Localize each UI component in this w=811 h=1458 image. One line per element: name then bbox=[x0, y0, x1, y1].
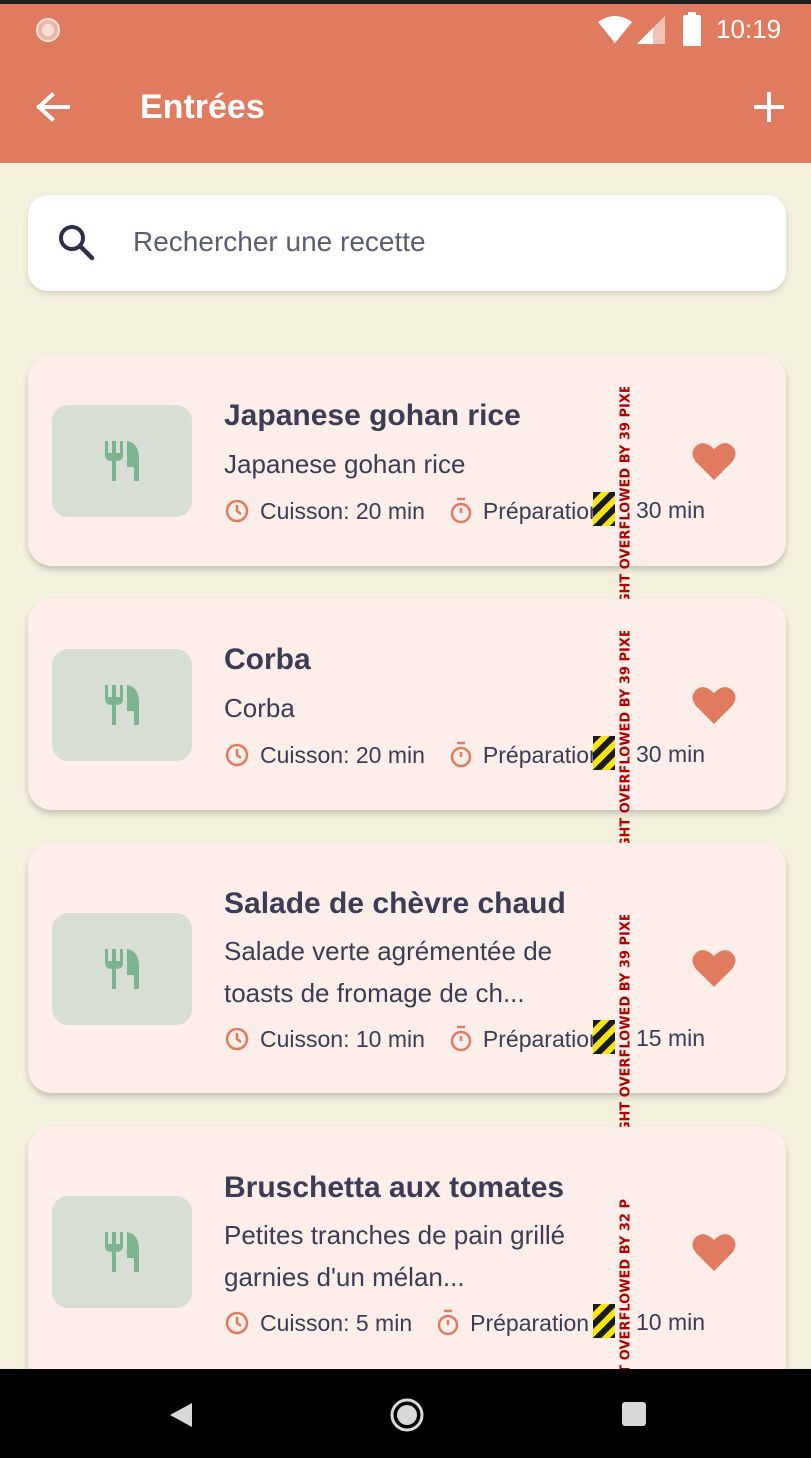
app-bar: 10:19 Entrées bbox=[0, 4, 811, 163]
recipe-card[interactable]: Bruschetta aux tomates Petites tranches … bbox=[28, 1127, 786, 1387]
heart-icon[interactable] bbox=[692, 441, 736, 481]
plus-icon bbox=[754, 92, 784, 122]
recipe-title: Salade de chèvre chaud bbox=[224, 887, 566, 920]
system-nav-bar bbox=[0, 1369, 811, 1458]
clock-icon bbox=[225, 743, 249, 767]
notification-icon bbox=[36, 18, 60, 42]
prep-time-value: 10 min bbox=[636, 1309, 706, 1335]
nav-back-icon[interactable] bbox=[168, 1401, 194, 1429]
prep-time-label: Préparation bbox=[470, 1309, 590, 1336]
overflow-stripe bbox=[593, 736, 615, 770]
clock-icon bbox=[225, 1311, 249, 1335]
clock-icon bbox=[225, 499, 249, 523]
add-recipe-button[interactable] bbox=[748, 86, 790, 128]
recipe-title: Japanese gohan rice bbox=[224, 399, 521, 432]
prep-time-value: 30 min bbox=[636, 741, 706, 767]
clock-icon bbox=[225, 1027, 249, 1051]
recipe-meta: Cuisson: 20 min Préparation bbox=[224, 497, 602, 525]
cook-time: Cuisson: 20 min bbox=[260, 741, 425, 768]
timer-icon bbox=[450, 1025, 472, 1052]
cook-time: Cuisson: 20 min bbox=[260, 497, 425, 524]
recipe-description: Petites tranches de pain grillé garnies … bbox=[224, 1220, 566, 1292]
status-bar: 10:19 bbox=[0, 4, 811, 54]
timer-icon bbox=[450, 741, 472, 768]
heart-icon[interactable] bbox=[692, 1232, 736, 1272]
recipe-description: Corba bbox=[224, 693, 295, 723]
restaurant-icon bbox=[105, 441, 139, 481]
cook-time: Cuisson: 10 min bbox=[260, 1025, 425, 1052]
nav-recents-icon[interactable] bbox=[622, 1402, 646, 1426]
cook-time: Cuisson: 5 min bbox=[260, 1309, 413, 1336]
recipe-meta: Cuisson: 5 min Préparation bbox=[224, 1309, 589, 1337]
heart-icon[interactable] bbox=[692, 685, 736, 725]
overflow-stripe bbox=[593, 1020, 615, 1054]
back-button[interactable] bbox=[32, 86, 74, 128]
recipe-title: Corba bbox=[224, 643, 311, 676]
overflow-stripe bbox=[593, 1304, 615, 1338]
prep-time-label: Préparation bbox=[482, 1025, 602, 1052]
recipe-thumbnail bbox=[52, 1196, 192, 1308]
restaurant-icon bbox=[105, 949, 139, 989]
nav-home-icon[interactable] bbox=[389, 1397, 425, 1433]
overflow-warning: RIGHT OVERFLOWED BY 39 PIXELS bbox=[618, 387, 634, 599]
timer-icon bbox=[450, 497, 472, 524]
recipe-description: Salade verte agrémentée de toasts de fro… bbox=[224, 936, 553, 1008]
search-icon[interactable] bbox=[56, 222, 96, 262]
prep-time-label: Préparation bbox=[482, 497, 602, 524]
prep-time-label: Préparation bbox=[482, 741, 602, 768]
heart-icon[interactable] bbox=[692, 948, 736, 988]
recipe-meta: Cuisson: 10 min Préparation bbox=[224, 1025, 602, 1053]
prep-time-value: 30 min bbox=[636, 497, 706, 523]
recipe-thumbnail bbox=[52, 649, 192, 761]
status-time: 10:19 bbox=[716, 14, 782, 44]
recipe-description: Japanese gohan rice bbox=[224, 449, 466, 479]
recipe-meta: Cuisson: 20 min Préparation bbox=[224, 741, 602, 769]
overflow-warning: RIGHT OVERFLOWED BY 39 PIXELS bbox=[618, 631, 634, 843]
recipe-thumbnail bbox=[52, 913, 192, 1025]
overflow-warning: RIGHT OVERFLOWED BY 32 PIXELS bbox=[618, 1199, 634, 1369]
restaurant-icon bbox=[105, 1232, 139, 1272]
recipe-thumbnail bbox=[52, 405, 192, 517]
signal-icon bbox=[637, 16, 665, 44]
overflow-warning: RIGHT OVERFLOWED BY 39 PIXELS bbox=[618, 915, 634, 1127]
battery-icon bbox=[683, 12, 701, 46]
search-input[interactable] bbox=[133, 220, 733, 264]
recipe-card[interactable]: Japanese gohan rice Japanese gohan rice … bbox=[28, 355, 786, 599]
recipe-card[interactable]: Salade de chèvre chaud Salade verte agré… bbox=[28, 843, 786, 1127]
restaurant-icon bbox=[105, 685, 139, 725]
timer-icon bbox=[437, 1309, 459, 1336]
arrow-back-icon bbox=[36, 92, 70, 122]
page-title: Entrées bbox=[140, 88, 265, 126]
wifi-icon bbox=[598, 16, 632, 43]
recipe-card[interactable]: Corba Corba Cuisson: 20 min Préparation … bbox=[28, 599, 786, 843]
prep-time-value: 15 min bbox=[636, 1025, 706, 1051]
recipe-title: Bruschetta aux tomates bbox=[224, 1171, 565, 1204]
overflow-stripe bbox=[593, 492, 615, 526]
